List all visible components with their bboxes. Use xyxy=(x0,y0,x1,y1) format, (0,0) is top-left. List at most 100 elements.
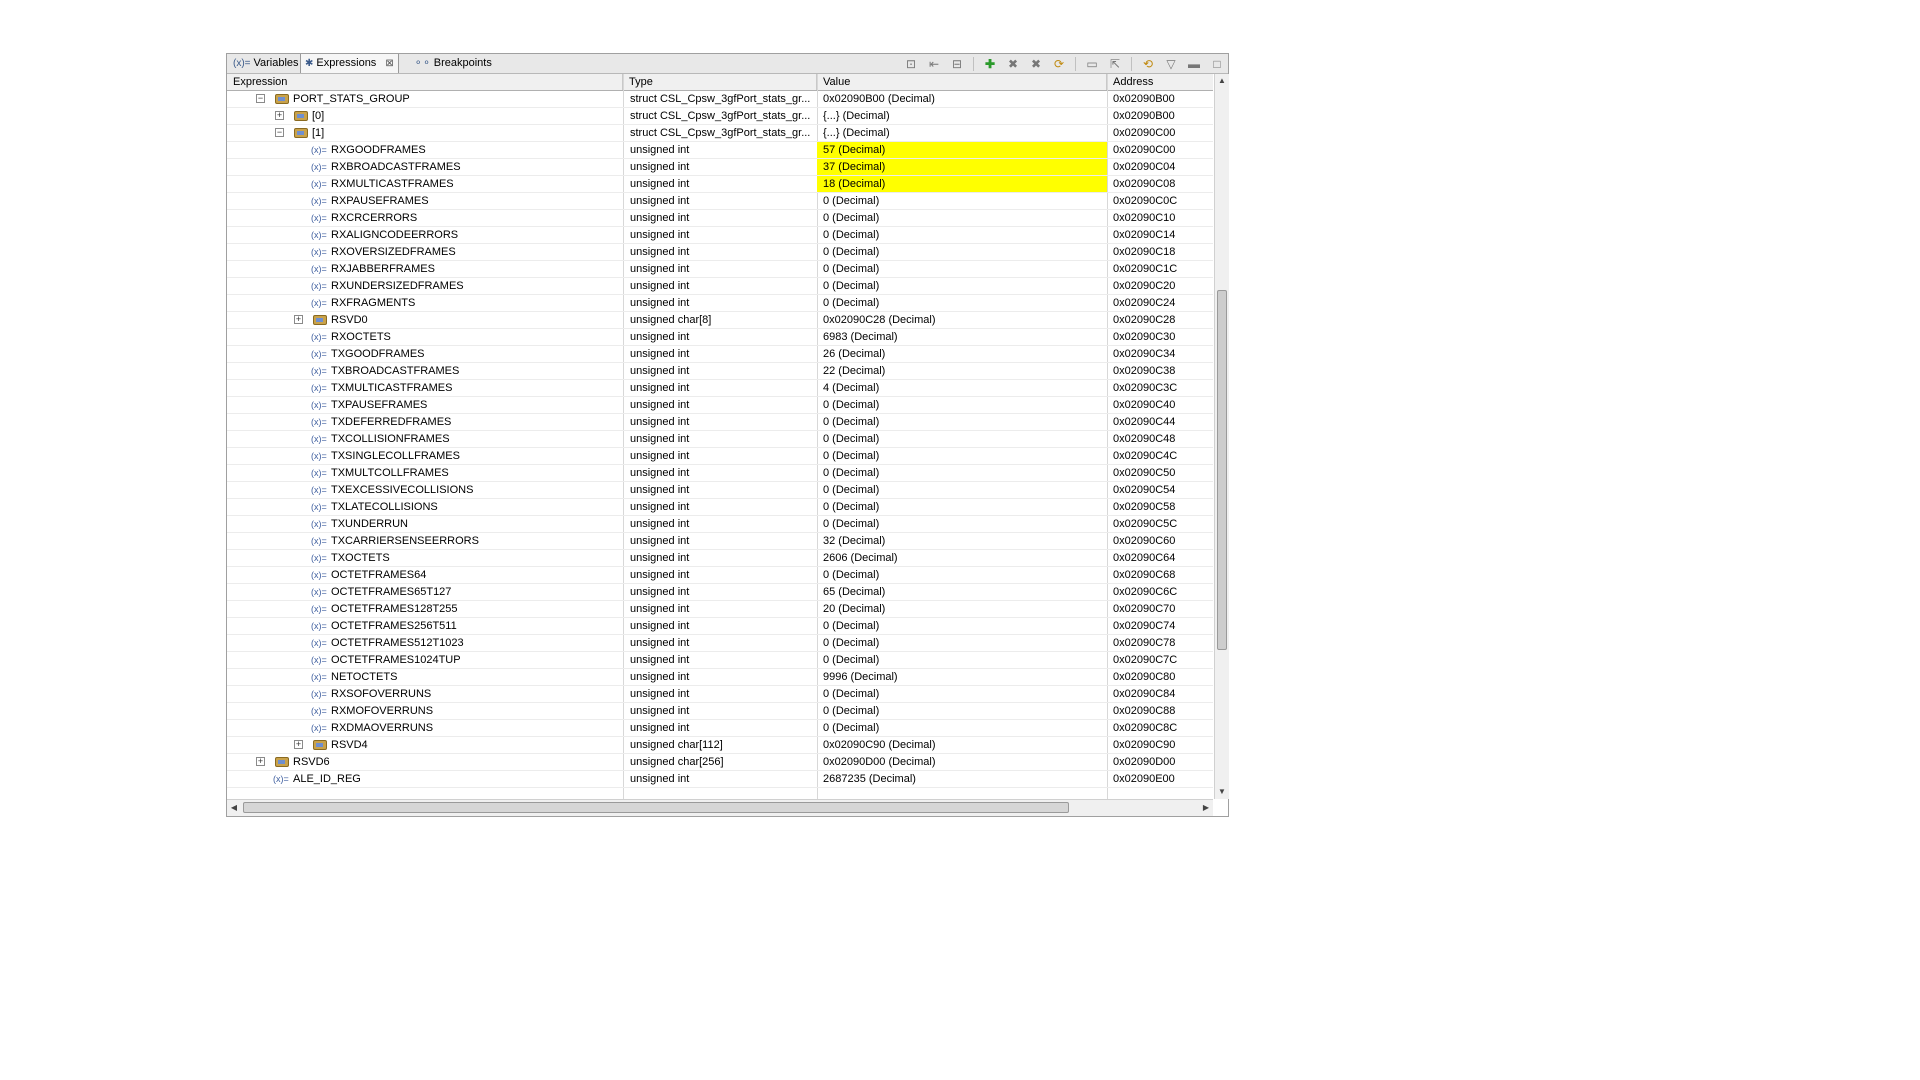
value-cell[interactable]: 0 (Decimal) xyxy=(817,193,1107,209)
tree-row[interactable]: + RSVD4 unsigned char[112] 0x02090C90 (Deci… xyxy=(227,737,1213,754)
value-cell[interactable]: 65 (Decimal) xyxy=(817,584,1107,600)
tree-row[interactable]: (x)= TXUNDERRUN unsigned int 0 (Decimal) 0x0… xyxy=(227,516,1213,533)
value-cell[interactable]: 2606 (Decimal) xyxy=(817,550,1107,566)
value-cell[interactable]: 0 (Decimal) xyxy=(817,244,1107,260)
tree-row[interactable]: (x)= RXMOFOVERRUNS unsigned int 0 (Decimal)… xyxy=(227,703,1213,720)
value-cell[interactable]: 0 (Decimal) xyxy=(817,635,1107,651)
scroll-down-icon[interactable]: ▼ xyxy=(1215,785,1229,799)
scroll-thumb[interactable] xyxy=(243,802,1069,813)
column-value[interactable]: Value xyxy=(817,74,1107,90)
minimize-icon[interactable]: ▬ xyxy=(1187,57,1201,71)
tree-row[interactable]: (x)= TXMULTCOLLFRAMES unsigned int 0 (Decim… xyxy=(227,465,1213,482)
tab-variables[interactable]: (x)= Variables xyxy=(229,54,303,73)
tree-row[interactable]: (x)= RXBROADCASTFRAMES unsigned int 37 (Dec… xyxy=(227,159,1213,176)
value-cell[interactable]: 0 (Decimal) xyxy=(817,448,1107,464)
tree-row[interactable]: (x)= RXUNDERSIZEDFRAMES unsigned int 0 (Dec… xyxy=(227,278,1213,295)
tree-row[interactable]: (x)= RXPAUSEFRAMES unsigned int 0 (Decimal)… xyxy=(227,193,1213,210)
collapse-all-icon[interactable]: ⇤ xyxy=(927,57,941,71)
tree-row[interactable]: (x)= OCTETFRAMES1024TUP unsigned int 0 (Dec… xyxy=(227,652,1213,669)
tab-breakpoints[interactable]: ⚬⚬ Breakpoints xyxy=(410,54,496,73)
horizontal-scrollbar[interactable]: ◀ ▶ xyxy=(227,799,1213,816)
tree-row[interactable]: (x)= RXFRAGMENTS unsigned int 0 (Decimal) 0x… xyxy=(227,295,1213,312)
value-cell[interactable]: 0 (Decimal) xyxy=(817,414,1107,430)
tree-row[interactable]: (x)= TXCARRIERSENSEERRORS unsigned int 32 (… xyxy=(227,533,1213,550)
value-cell[interactable]: 0 (Decimal) xyxy=(817,210,1107,226)
value-cell[interactable]: 20 (Decimal) xyxy=(817,601,1107,617)
value-cell[interactable]: 0 (Decimal) xyxy=(817,703,1107,719)
tree-row[interactable]: + [0] struct CSL_Cpsw_3gfPort_stats_gr... {… xyxy=(227,108,1213,125)
value-cell[interactable]: 0 (Decimal) xyxy=(817,431,1107,447)
value-cell[interactable]: 26 (Decimal) xyxy=(817,346,1107,362)
scroll-left-icon[interactable]: ◀ xyxy=(227,800,241,816)
tree-row[interactable]: (x)= RXOCTETS unsigned int 6983 (Decimal) 0x… xyxy=(227,329,1213,346)
tree-row[interactable]: (x)= TXCOLLISIONFRAMES unsigned int 0 (Deci… xyxy=(227,431,1213,448)
expand-icon[interactable]: + xyxy=(275,111,284,120)
value-cell[interactable]: {...} (Decimal) xyxy=(817,125,1107,141)
value-cell[interactable]: 0 (Decimal) xyxy=(817,227,1107,243)
tree-row[interactable]: (x)= TXSINGLECOLLFRAMES unsigned int 0 (Dec… xyxy=(227,448,1213,465)
refresh-icon[interactable]: ⟳ xyxy=(1052,57,1066,71)
value-cell[interactable]: {...} (Decimal) xyxy=(817,108,1107,124)
tree-row[interactable]: (x)= RXSOFOVERRUNS unsigned int 0 (Decimal)… xyxy=(227,686,1213,703)
tree-row[interactable]: (x)= TXDEFERREDFRAMES unsigned int 0 (Decim… xyxy=(227,414,1213,431)
continuous-refresh-icon[interactable]: ⟲ xyxy=(1141,57,1155,71)
view-menu-icon[interactable]: ▽ xyxy=(1164,57,1178,71)
tree-row[interactable]: − PORT_STATS_GROUP struct CSL_Cpsw_3gfPort… xyxy=(227,91,1213,108)
tree-row[interactable]: (x)= TXBROADCASTFRAMES unsigned int 22 (Dec… xyxy=(227,363,1213,380)
value-cell[interactable]: 0 (Decimal) xyxy=(817,516,1107,532)
value-cell[interactable]: 0x02090C28 (Decimal) xyxy=(817,312,1107,328)
tree-row[interactable]: (x)= NETOCTETS unsigned int 9996 (Decimal) 0… xyxy=(227,669,1213,686)
tree-row[interactable]: (x)= RXOVERSIZEDFRAMES unsigned int 0 (Deci… xyxy=(227,244,1213,261)
tree-row[interactable]: (x)= ALE_ID_REG unsigned int 2687235 (Decim… xyxy=(227,771,1213,788)
tree-row[interactable]: (x)= OCTETFRAMES128T255 unsigned int 20 (De… xyxy=(227,601,1213,618)
column-expression[interactable]: Expression xyxy=(227,74,623,90)
value-cell[interactable]: 0 (Decimal) xyxy=(817,567,1107,583)
tree-row[interactable]: (x)= TXMULTICASTFRAMES unsigned int 4 (Deci… xyxy=(227,380,1213,397)
value-cell[interactable]: 32 (Decimal) xyxy=(817,533,1107,549)
tree-row[interactable]: (x)= OCTETFRAMES64 unsigned int 0 (Decimal)… xyxy=(227,567,1213,584)
tree-row[interactable]: (x)= RXJABBERFRAMES unsigned int 0 (Decimal… xyxy=(227,261,1213,278)
new-view-icon[interactable]: ▭ xyxy=(1085,57,1099,71)
tree-row[interactable]: + RSVD0 unsigned char[8] 0x02090C28 (Decima… xyxy=(227,312,1213,329)
tree-row[interactable]: (x)= OCTETFRAMES256T511 unsigned int 0 (Dec… xyxy=(227,618,1213,635)
column-address[interactable]: Address xyxy=(1107,74,1213,90)
tree-row[interactable]: + RSVD6 unsigned char[256] 0x02090D00 (Deci… xyxy=(227,754,1213,771)
add-expression-icon[interactable]: ✚ xyxy=(983,57,997,71)
pin-icon[interactable]: ⇱ xyxy=(1108,57,1122,71)
tab-expressions[interactable]: ✱ Expressions ⊠ xyxy=(300,54,399,73)
tree-row[interactable]: (x)= TXGOODFRAMES unsigned int 26 (Decimal)… xyxy=(227,346,1213,363)
value-cell-changed[interactable]: 18 (Decimal) xyxy=(817,176,1107,192)
tree-row[interactable]: (x)= OCTETFRAMES512T1023 unsigned int 0 (De… xyxy=(227,635,1213,652)
value-cell-changed[interactable]: 37 (Decimal) xyxy=(817,159,1107,175)
tree-row[interactable]: (x)= RXDMAOVERRUNS unsigned int 0 (Decimal)… xyxy=(227,720,1213,737)
tree-row[interactable]: (x)= OCTETFRAMES65T127 unsigned int 65 (Dec… xyxy=(227,584,1213,601)
maximize-icon[interactable]: □ xyxy=(1210,57,1224,71)
value-cell[interactable]: 6983 (Decimal) xyxy=(817,329,1107,345)
column-type[interactable]: Type xyxy=(623,74,817,90)
value-cell-changed[interactable]: 57 (Decimal) xyxy=(817,142,1107,158)
value-cell[interactable]: 0 (Decimal) xyxy=(817,295,1107,311)
value-cell[interactable]: 9996 (Decimal) xyxy=(817,669,1107,685)
tree-row[interactable]: (x)= TXPAUSEFRAMES unsigned int 0 (Decimal)… xyxy=(227,397,1213,414)
value-cell[interactable]: 0x02090B00 (Decimal) xyxy=(817,91,1107,107)
expand-icon[interactable]: + xyxy=(294,740,303,749)
scroll-thumb[interactable] xyxy=(1217,290,1227,650)
value-cell[interactable]: 0 (Decimal) xyxy=(817,465,1107,481)
vertical-scrollbar[interactable]: ▲ ▼ xyxy=(1214,74,1229,799)
remove-expression-icon[interactable]: ⊟ xyxy=(950,57,964,71)
value-cell[interactable]: 0 (Decimal) xyxy=(817,261,1107,277)
value-cell[interactable]: 0x02090D00 (Decimal) xyxy=(817,754,1107,770)
value-cell[interactable]: 0 (Decimal) xyxy=(817,397,1107,413)
value-cell[interactable]: 4 (Decimal) xyxy=(817,380,1107,396)
tree-row[interactable]: (x)= TXEXCESSIVECOLLISIONS unsigned int 0 (… xyxy=(227,482,1213,499)
close-icon[interactable]: ⊠ xyxy=(385,54,393,73)
remove-icon[interactable]: ✖ xyxy=(1006,57,1020,71)
value-cell[interactable]: 22 (Decimal) xyxy=(817,363,1107,379)
tree-row[interactable]: − [1] struct CSL_Cpsw_3gfPort_stats_gr... {… xyxy=(227,125,1213,142)
expand-icon[interactable]: + xyxy=(256,757,265,766)
tree-row[interactable]: (x)= RXGOODFRAMES unsigned int 57 (Decimal)… xyxy=(227,142,1213,159)
value-cell[interactable]: 0 (Decimal) xyxy=(817,686,1107,702)
value-cell[interactable]: 0x02090C90 (Decimal) xyxy=(817,737,1107,753)
collapse-icon[interactable]: − xyxy=(256,94,265,103)
scroll-right-icon[interactable]: ▶ xyxy=(1199,800,1213,816)
